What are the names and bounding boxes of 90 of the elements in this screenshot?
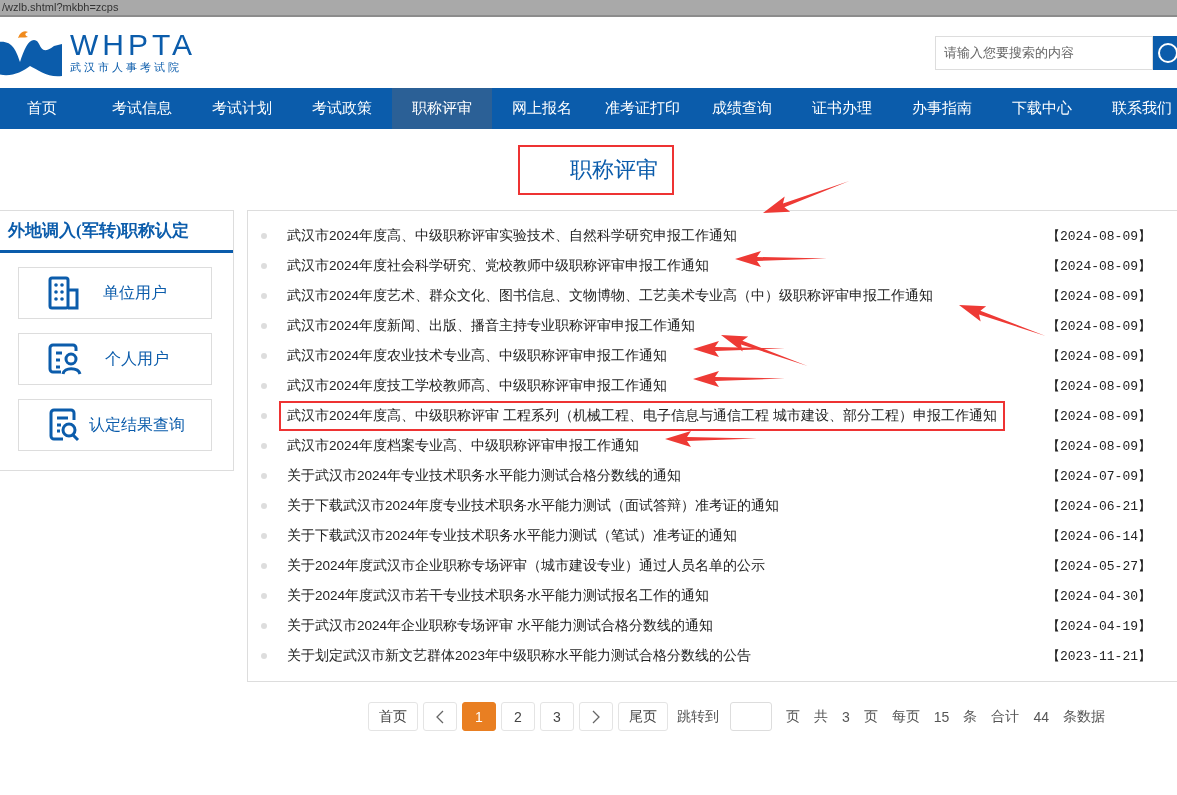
notice-date: 【2024-08-09】 <box>1047 318 1152 335</box>
notice-link[interactable]: 关于2024年度武汉市若干专业技术职务水平能力测试报名工作的通知 <box>279 581 718 611</box>
notice-link[interactable]: 武汉市2024年度高、中级职称评审 工程系列（机械工程、电子信息与通信工程 城市建设、部分工程）申报工作通知 <box>279 401 1005 431</box>
logo-name: WHPTA <box>70 30 197 60</box>
chevron-right-icon <box>592 709 600 724</box>
bullet-icon <box>261 443 267 449</box>
chevron-left-icon <box>436 709 444 724</box>
bullet-icon <box>261 533 267 539</box>
bullet-icon <box>261 353 267 359</box>
bullet-icon <box>261 383 267 389</box>
nav-item[interactable]: 职称评审 <box>392 88 492 129</box>
bullet-icon <box>261 503 267 509</box>
sidebar-title: 外地调入(军转)职称认定 <box>0 211 233 253</box>
pagination-text: 44 <box>1033 708 1049 725</box>
notice-link[interactable]: 关于下载武汉市2024年度专业技术职务水平能力测试（面试答辩）准考证的通知 <box>279 491 788 521</box>
next-page-button[interactable] <box>579 702 613 731</box>
nav-item[interactable]: 网上报名 <box>492 88 592 129</box>
document-search-icon <box>49 408 81 442</box>
pagination-text: 15 <box>933 708 950 725</box>
bullet-icon <box>261 233 267 239</box>
bullet-icon <box>261 593 267 599</box>
notice-link[interactable]: 关于下载武汉市2024年专业技术职务水平能力测试（笔试）准考证的通知 <box>279 521 746 551</box>
bullet-icon <box>261 473 267 479</box>
notice-date: 【2024-06-21】 <box>1047 498 1152 515</box>
address-url: /wzlb.shtml?mkbh=zcps <box>2 1 119 13</box>
notice-date: 【2024-08-09】 <box>1047 228 1152 245</box>
building-icon <box>47 276 81 310</box>
notice-link[interactable]: 关于划定武汉市新文艺群体2023年中级职称水平能力测试合格分数线的公告 <box>279 641 760 671</box>
nav-item[interactable]: 办事指南 <box>892 88 992 129</box>
notice-link[interactable]: 关于武汉市2024年企业职称专场评审 水平能力测试合格分数线的通知 <box>279 611 721 641</box>
nav-item[interactable]: 联系我们 <box>1092 88 1177 129</box>
bullet-icon <box>261 563 267 569</box>
notice-link[interactable]: 武汉市2024年度农业技术专业高、中级职称评审申报工作通知 <box>279 341 676 371</box>
notice-date: 【2024-08-09】 <box>1047 438 1152 455</box>
bullet-icon <box>261 623 267 629</box>
notice-link[interactable]: 武汉市2024年度社会科学研究、党校教师中级职称评审申报工作通知 <box>279 251 718 281</box>
pagination-text: 页 <box>863 707 878 726</box>
pagination-text: 条 <box>963 707 978 726</box>
nav-item[interactable]: 证书办理 <box>792 88 892 129</box>
notice-date: 【2024-08-09】 <box>1047 378 1152 395</box>
bullet-icon <box>261 263 267 269</box>
notice-link[interactable]: 武汉市2024年度高、中级职称评审实验技术、自然科学研究申报工作通知 <box>279 221 746 251</box>
notice-date: 【2024-08-09】 <box>1047 288 1152 305</box>
nav-item[interactable]: 准考证打印 <box>592 88 692 129</box>
notice-date: 【2024-06-14】 <box>1047 528 1152 545</box>
notice-date: 【2024-04-19】 <box>1047 618 1152 635</box>
notice-link[interactable]: 关于2024年度武汉市企业职称专场评审（城市建设专业）通过人员名单的公示 <box>279 551 774 581</box>
nav-item[interactable]: 考试信息 <box>92 88 192 129</box>
notice-link[interactable]: 武汉市2024年度新闻、出版、播音主持专业职称评审申报工作通知 <box>279 311 704 341</box>
bullet-icon <box>261 293 267 299</box>
bullet-icon <box>261 413 267 419</box>
jump-label: 跳转到 <box>677 707 719 726</box>
page-title: 职称评审 <box>517 144 674 195</box>
notice-date: 【2024-08-09】 <box>1047 348 1152 365</box>
nav-item[interactable]: 下载中心 <box>992 88 1092 129</box>
notice-date: 【2024-07-09】 <box>1047 468 1152 485</box>
page-button[interactable]: 2 <box>501 702 535 731</box>
first-page-button[interactable]: 首页 <box>368 702 418 731</box>
person-card-icon <box>47 342 83 376</box>
nav-item[interactable]: 成绩查询 <box>692 88 792 129</box>
notice-link[interactable]: 武汉市2024年度艺术、群众文化、图书信息、文物博物、工艺美术专业高（中）级职称评审申报工作通知 <box>279 281 942 311</box>
notice-date: 【2023-11-21】 <box>1047 648 1152 665</box>
notice-link[interactable]: 武汉市2024年度技工学校教师高、中级职称评审申报工作通知 <box>279 371 676 401</box>
pagination-text: 3 <box>842 708 850 725</box>
sidebar-button[interactable]: 单位用户 <box>18 267 212 319</box>
pagination-text: 页 <box>786 707 800 726</box>
pagination-text: 每页 <box>891 707 920 726</box>
notice-link[interactable]: 关于武汉市2024年专业技术职务水平能力测试合格分数线的通知 <box>279 461 690 491</box>
nav-item[interactable]: 考试计划 <box>192 88 292 129</box>
nav-item[interactable]: 考试政策 <box>292 88 392 129</box>
page-number-field[interactable] <box>730 702 772 731</box>
previous-page-button[interactable] <box>423 702 457 731</box>
pagination-text: 条数据 <box>1062 707 1105 726</box>
pagination-text: 合计 <box>991 707 1020 726</box>
logo-subtitle: 武汉市人事考试院 <box>70 60 183 75</box>
page-button[interactable]: 3 <box>540 702 574 731</box>
nav-item[interactable]: 首页 <box>0 88 92 129</box>
notice-date: 【2024-04-30】 <box>1047 588 1152 605</box>
last-page-button[interactable]: 尾页 <box>618 702 668 731</box>
notice-date: 【2024-08-09】 <box>1047 258 1152 275</box>
bullet-icon <box>261 653 267 659</box>
bullet-icon <box>261 323 267 329</box>
sidebar-button[interactable]: 个人用户 <box>18 333 212 385</box>
search-icon <box>1157 41 1177 64</box>
sidebar-button[interactable]: 认定结果查询 <box>18 399 212 451</box>
notice-date: 【2024-08-09】 <box>1047 408 1152 425</box>
notice-date: 【2024-05-27】 <box>1047 558 1152 575</box>
notice-link[interactable]: 武汉市2024年度档案专业高、中级职称评审申报工作通知 <box>279 431 648 461</box>
search-field[interactable]: 请输入您要搜索的内容 <box>935 35 1153 70</box>
pagination-text: 共 <box>814 707 828 726</box>
